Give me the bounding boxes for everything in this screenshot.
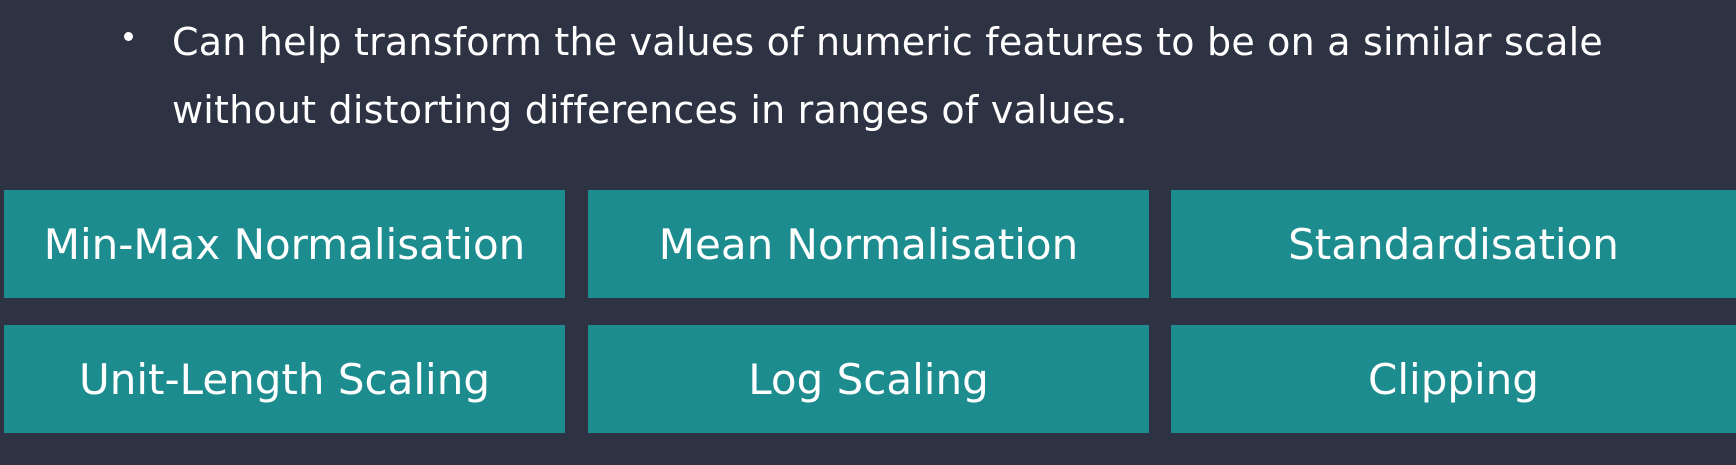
technique-tile-clipping: Clipping bbox=[1171, 325, 1736, 433]
bullet-text: Can help transform the values of numeric… bbox=[172, 20, 1603, 132]
technique-grid: Min-Max Normalisation Mean Normalisation… bbox=[4, 190, 1736, 433]
technique-tile-log-scaling: Log Scaling bbox=[588, 325, 1149, 433]
technique-tile-unit-length-scaling: Unit-Length Scaling bbox=[4, 325, 565, 433]
technique-tile-standardisation: Standardisation bbox=[1171, 190, 1736, 298]
technique-tile-mean-normalisation: Mean Normalisation bbox=[588, 190, 1149, 298]
bullet-point: Can help transform the values of numeric… bbox=[124, 8, 1624, 133]
technique-tile-min-max-normalisation: Min-Max Normalisation bbox=[4, 190, 565, 298]
bullet-dot-icon bbox=[124, 32, 133, 41]
